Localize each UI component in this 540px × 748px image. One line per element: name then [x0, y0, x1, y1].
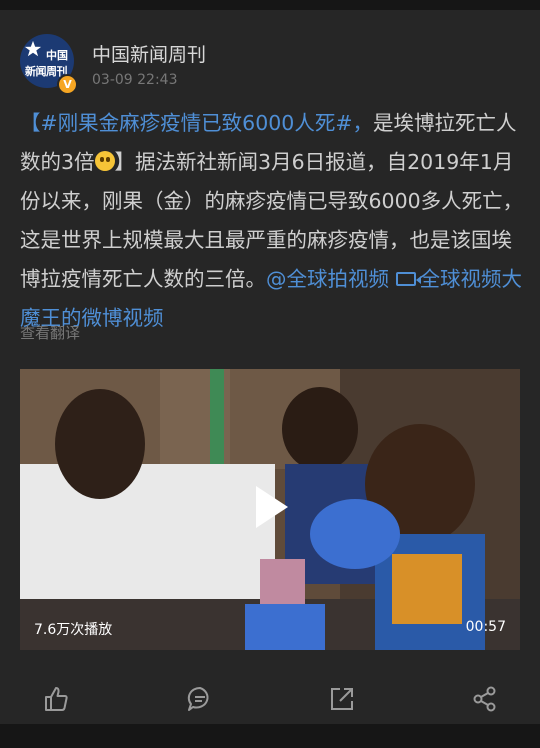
video-camera-icon	[395, 272, 421, 286]
hashtag-link[interactable]: 【#刚果金麻疹疫情已致6000人死#，	[20, 111, 373, 135]
thumb-up-icon[interactable]	[42, 685, 70, 713]
translate-link[interactable]: 查看翻译	[20, 322, 80, 343]
emoji-icon	[94, 151, 115, 171]
view-count: 7.6万次播放	[34, 622, 113, 638]
repost-icon[interactable]	[328, 685, 356, 713]
video-player[interactable]: 7.6万次播放 00:57	[20, 369, 520, 650]
author-name[interactable]: 中国新闻周刊	[92, 40, 206, 67]
video-duration: 00:57	[465, 619, 506, 635]
play-icon[interactable]	[254, 484, 290, 530]
verified-badge-icon: V	[57, 74, 78, 95]
comment-icon[interactable]	[186, 685, 214, 713]
post-body: 【#刚果金麻疹疫情已致6000人死#，是埃博拉死亡人数的3倍 】据法新社新闻3月6…	[20, 104, 525, 338]
avatar-text-line1: 中国	[46, 49, 68, 62]
share-icon[interactable]	[471, 685, 499, 713]
star-logo-icon	[24, 40, 42, 57]
mention-link[interactable]: @全球拍视频	[266, 267, 389, 291]
post-timestamp: 03-09 22:43	[92, 72, 178, 88]
weibo-post-card: 中国 新闻周刊 V 中国新闻周刊 03-09 22:43 【#刚果金麻疹疫情已致…	[0, 10, 540, 724]
action-bar	[0, 675, 540, 725]
